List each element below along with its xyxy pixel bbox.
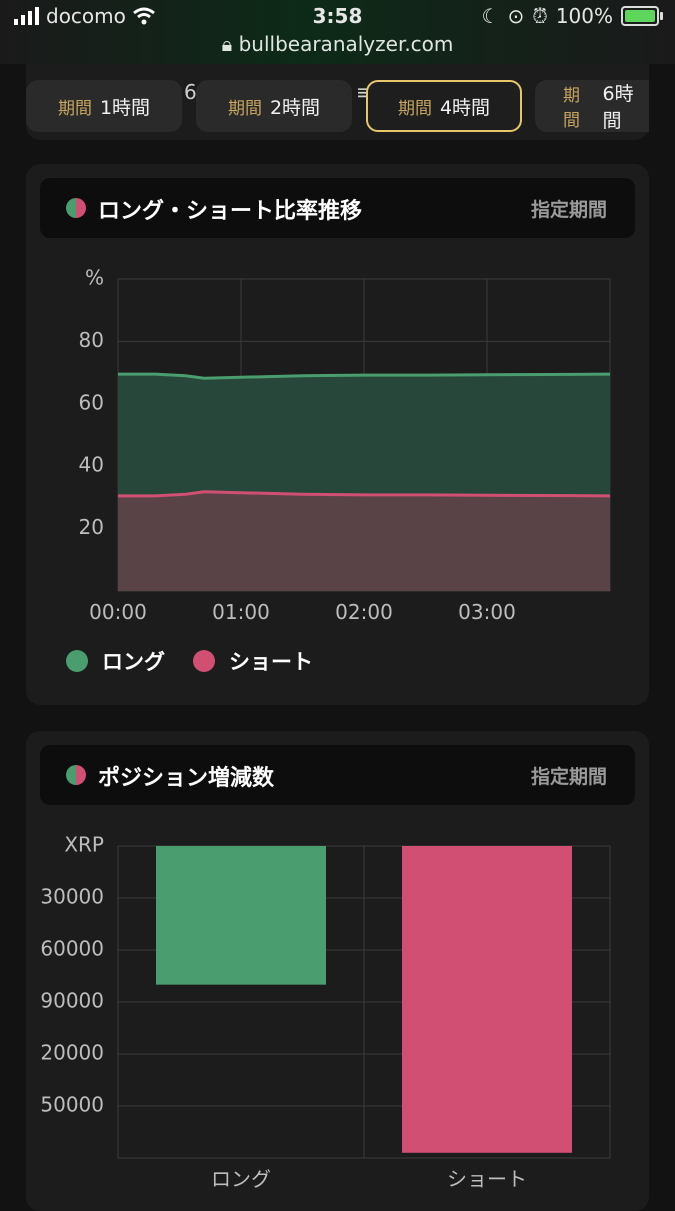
y-unit-label: % (85, 266, 104, 290)
y-tick-label: 20000 (40, 1041, 104, 1065)
y-tick-label: 50000 (40, 1093, 104, 1117)
tab-prefix: 期間 (397, 98, 432, 119)
y-tick-label: 60 (79, 390, 104, 414)
tab-1h[interactable]: 期間 1時間 (26, 80, 182, 132)
tab-label: 2時間 (269, 96, 321, 119)
legend-short[interactable]: ショート (193, 646, 313, 676)
x-category-label: ロング (211, 1167, 271, 1191)
moon-icon: ☾ (481, 4, 500, 28)
legend-dot (66, 650, 88, 672)
legend-dot (193, 650, 215, 672)
position-card: ポジション増減数 指定期間 XRP 30000 60000 90000 20000 500… (26, 731, 649, 1211)
ratio-card: ロング・ショート比率推移 指定期間 % 80 60 40 20 00:00 01:00 02:… (26, 164, 649, 705)
url-text: bullbearanalyzer.com (238, 32, 454, 56)
tab-prefix: 期間 (227, 98, 262, 119)
battery-percent: 100% (555, 4, 613, 28)
y-tick-label: 60000 (40, 937, 104, 961)
period-label[interactable]: 指定期間 (531, 762, 607, 789)
tab-prefix: 期間 (57, 98, 92, 119)
tab-6h[interactable]: 期間 6時間 (535, 80, 649, 132)
ratio-chart: % 80 60 40 20 00:00 01:00 02:00 03:00 (79, 266, 611, 624)
position-card-header: ポジション増減数 指定期間 (40, 745, 635, 805)
y-unit-label: XRP (64, 833, 104, 857)
position-card-title: ポジション増減数 (98, 766, 275, 791)
y-tick-label: 40 (79, 453, 104, 477)
rotation-lock-icon: ⊙ (507, 4, 525, 28)
tab-4h[interactable]: 期間 4時間 (366, 80, 522, 132)
ratio-card-header: ロング・ショート比率推移 指定期間 (40, 178, 635, 238)
x-tick-label: 02:00 (335, 600, 393, 624)
long-short-dot-icon (66, 765, 86, 785)
x-tick-label: 03:00 (458, 600, 516, 624)
y-tick-label: 80 (79, 328, 104, 352)
legend-label: ショート (229, 650, 313, 674)
tab-label: 6時間 (602, 83, 634, 132)
bar-short (402, 846, 572, 1153)
short-area (118, 491, 610, 591)
y-tick-label: 20 (79, 515, 104, 539)
period-tabs: 6 ≡ 期間 1時間 期間 2時間 期間 4時間 期間 6時間 (26, 64, 649, 140)
battery-icon (621, 6, 663, 26)
y-tick-label: 90000 (40, 989, 104, 1013)
period-label[interactable]: 指定期間 (531, 195, 607, 222)
bar-long (156, 846, 326, 985)
ratio-card-title: ロング・ショート比率推移 (98, 199, 363, 224)
status-right: ☾ ⊙ ⏰︎ 100% (481, 4, 663, 28)
legend-long[interactable]: ロング (66, 646, 165, 676)
lock-icon: 🔒︎ (221, 32, 233, 56)
position-chart: XRP 30000 60000 90000 20000 50000 ロング ショート (40, 833, 611, 1191)
tab-2h[interactable]: 期間 2時間 (196, 80, 352, 132)
status-bar: docomo 3:58 🔒︎ bullbearanalyzer.com ☾ ⊙ … (0, 0, 675, 64)
tab-label: 1時間 (99, 96, 151, 119)
long-short-dot-icon (66, 198, 86, 218)
y-tick-label: 30000 (40, 885, 104, 909)
tab-prefix: 期間 (563, 86, 580, 131)
ratio-legend: ロング ショート (66, 646, 341, 676)
x-category-label: ショート (447, 1167, 527, 1191)
legend-label: ロング (102, 650, 165, 674)
x-tick-label: 00:00 (89, 600, 147, 624)
url-bar[interactable]: 🔒︎ bullbearanalyzer.com (0, 32, 675, 56)
tab-label: 4時間 (439, 96, 491, 119)
background-text: 6 (184, 80, 197, 104)
x-tick-label: 01:00 (212, 600, 270, 624)
alarm-icon: ⏰︎ (532, 4, 548, 28)
